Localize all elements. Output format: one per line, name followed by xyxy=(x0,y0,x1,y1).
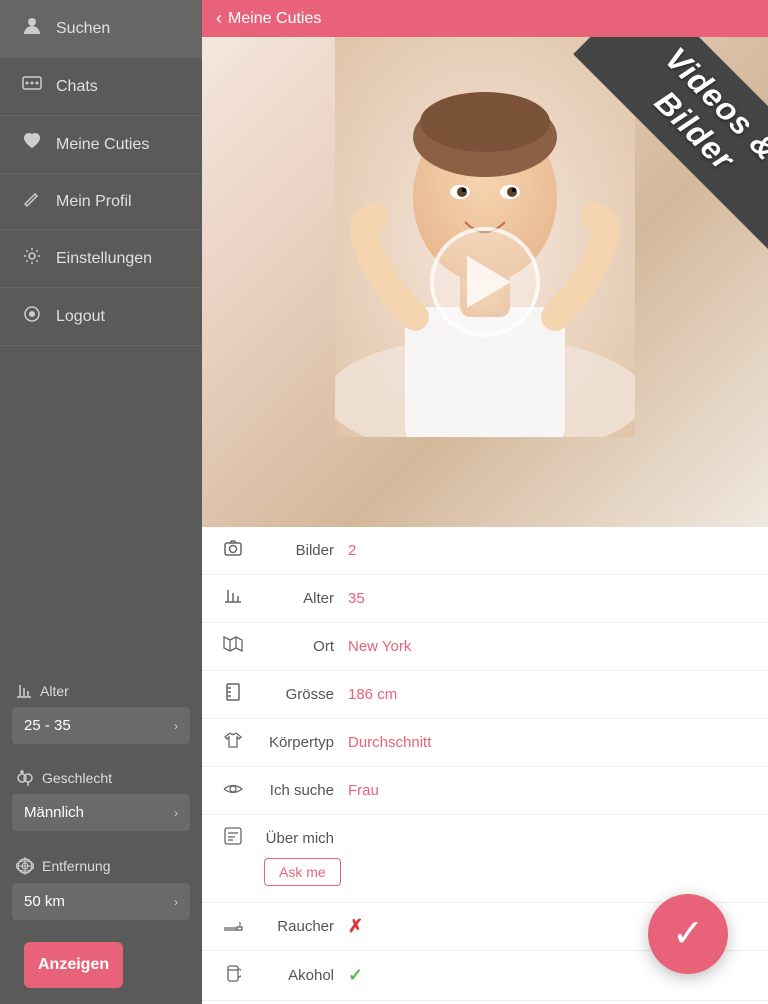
sidebar: Suchen Chats Meine Cuties xyxy=(0,0,202,1004)
height-icon xyxy=(218,683,248,706)
alter-label: Alter xyxy=(40,683,69,699)
entfernung-filter-row: 50 km › xyxy=(0,883,202,932)
heart-icon xyxy=(20,132,44,157)
entfernung-label: Entfernung xyxy=(42,858,111,874)
geschlecht-select[interactable]: Männlich › xyxy=(12,794,190,831)
sidebar-item-mein-profil[interactable]: Mein Profil xyxy=(0,174,202,230)
play-triangle-icon xyxy=(467,256,511,308)
chats-label: Chats xyxy=(56,78,98,96)
filter-alter-section: Alter 25 - 35 › xyxy=(0,669,202,756)
meine-cuties-label: Meine Cuties xyxy=(56,136,149,154)
einstellungen-label: Einstellungen xyxy=(56,250,152,268)
alter-value: 25 - 35 xyxy=(24,717,71,734)
entfernung-filter-label: Entfernung xyxy=(0,843,202,883)
entfernung-select[interactable]: 50 km › xyxy=(12,883,190,920)
topbar-title: Meine Cuties xyxy=(228,10,321,28)
geschlecht-filter-row: Männlich › xyxy=(0,794,202,843)
korpertyp-label: Körpertyp xyxy=(248,734,348,751)
back-arrow-icon[interactable]: ‹ xyxy=(216,8,222,29)
smoke-icon xyxy=(218,917,248,937)
logout-icon xyxy=(20,304,44,329)
sidebar-item-logout[interactable]: Logout xyxy=(0,288,202,346)
ask-me-button[interactable]: Ask me xyxy=(264,858,341,886)
ich-suche-label: Ich suche xyxy=(248,782,348,799)
sidebar-item-meine-cuties[interactable]: Meine Cuties xyxy=(0,116,202,174)
bilder-label: Bilder xyxy=(248,542,348,559)
alter-filter-label: Alter xyxy=(0,669,202,707)
play-button[interactable] xyxy=(430,227,540,337)
uber-mich-icon xyxy=(218,827,248,850)
table-row-uber-mich: Über mich Ask me xyxy=(202,815,768,903)
table-row-ich-suche: Ich suche Frau xyxy=(202,767,768,815)
gear-icon xyxy=(20,246,44,271)
ich-suche-value: Frau xyxy=(348,782,379,799)
grosse-value: 186 cm xyxy=(348,686,397,703)
raucher-label: Raucher xyxy=(248,918,348,935)
sidebar-item-einstellungen[interactable]: Einstellungen xyxy=(0,230,202,288)
geschlecht-value: Männlich xyxy=(24,804,84,821)
raucher-value: ✗ xyxy=(348,916,363,937)
ort-label: Ort xyxy=(248,638,348,655)
map-icon xyxy=(218,635,248,658)
age-icon xyxy=(218,587,248,610)
akohol-label: Akohol xyxy=(248,967,348,984)
bilder-value: 2 xyxy=(348,542,356,559)
main-content: ‹ Meine Cuties xyxy=(202,0,768,1004)
alter-filter-row: 25 - 35 › xyxy=(0,707,202,756)
confirm-button[interactable]: ✓ xyxy=(648,894,728,974)
korpertyp-value: Durchschnitt xyxy=(348,734,431,751)
nav-list: Suchen Chats Meine Cuties xyxy=(0,0,202,346)
eye-icon xyxy=(218,781,248,801)
person-icon xyxy=(20,16,44,41)
filter-entfernung-section: Entfernung 50 km › xyxy=(0,843,202,932)
anzeigen-button[interactable]: Anzeigen xyxy=(24,942,123,988)
geschlecht-chevron-icon: › xyxy=(174,806,178,820)
table-row-alter: Alter 35 xyxy=(202,575,768,623)
alter-select[interactable]: 25 - 35 › xyxy=(12,707,190,744)
geschlecht-label: Geschlecht xyxy=(42,770,112,786)
akohol-value: ✓ xyxy=(348,965,363,986)
uber-mich-label: Über mich xyxy=(248,830,348,847)
ort-value: New York xyxy=(348,638,411,655)
table-row-korpertyp: Körpertyp Durchschnitt xyxy=(202,719,768,767)
logout-label: Logout xyxy=(56,308,105,326)
geschlecht-filter-label: Geschlecht xyxy=(0,756,202,794)
camera-icon xyxy=(218,539,248,562)
sidebar-item-suchen[interactable]: Suchen xyxy=(0,0,202,58)
alter-chevron-icon: › xyxy=(174,719,178,733)
beer-icon xyxy=(218,963,248,988)
pencil-icon xyxy=(20,190,44,213)
table-row-ort: Ort New York xyxy=(202,623,768,671)
alter-label-row: Alter xyxy=(248,590,348,607)
mein-profil-label: Mein Profil xyxy=(56,193,132,211)
suchen-label: Suchen xyxy=(56,20,110,38)
shirt-icon xyxy=(218,731,248,754)
anzeigen-row: Anzeigen xyxy=(0,942,202,1004)
entfernung-chevron-icon: › xyxy=(174,895,178,909)
alter-value: 35 xyxy=(348,590,365,607)
filter-geschlecht-section: Geschlecht Männlich › xyxy=(0,756,202,843)
profile-image-container: Videos & Bilder xyxy=(202,37,768,527)
chat-icon xyxy=(20,74,44,99)
confirm-check-icon: ✓ xyxy=(672,915,704,953)
grosse-label: Grösse xyxy=(248,686,348,703)
table-row-bilder: Bilder 2 xyxy=(202,527,768,575)
entfernung-value: 50 km xyxy=(24,893,65,910)
topbar: ‹ Meine Cuties xyxy=(202,0,768,37)
table-row-grosse: Grösse 186 cm xyxy=(202,671,768,719)
sidebar-item-chats[interactable]: Chats xyxy=(0,58,202,116)
